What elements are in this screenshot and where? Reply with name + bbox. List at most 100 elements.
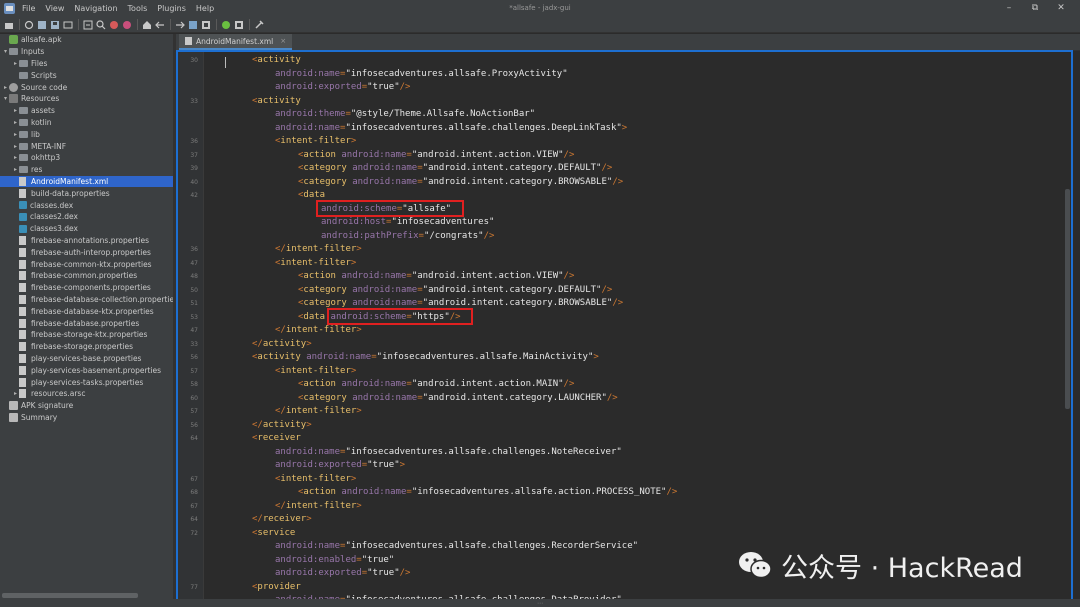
tree-item[interactable]: classes.dex — [0, 199, 173, 211]
save-all-icon[interactable] — [49, 19, 61, 31]
back-icon[interactable] — [154, 19, 166, 31]
tree-item[interactable]: ▾ Inputs — [0, 46, 173, 58]
tree-item[interactable]: classes3.dex — [0, 223, 173, 235]
code-line[interactable]: <action android:name="infosecadventures.… — [178, 486, 1071, 500]
collapsed-arrow-icon[interactable]: ▸ — [12, 60, 19, 67]
expanded-arrow-icon[interactable]: ▾ — [2, 48, 9, 55]
collapsed-arrow-icon[interactable]: ▸ — [12, 143, 19, 150]
code-line[interactable]: </activity> — [178, 338, 1071, 352]
code-line[interactable]: <category android:name="android.intent.c… — [178, 176, 1071, 190]
code-line[interactable]: android:theme="@style/Theme.Allsafe.NoAc… — [178, 108, 1071, 122]
resize-grip-icon[interactable]: ⋯ — [537, 601, 543, 607]
code-line[interactable]: android:name="infosecadventures.allsafe.… — [178, 122, 1071, 136]
code-line[interactable]: <data android:scheme="https"/> — [178, 311, 1071, 325]
tree-item[interactable]: firebase-components.properties — [0, 282, 173, 294]
tree-item[interactable]: AndroidManifest.xml — [0, 175, 173, 188]
code-line[interactable]: android:scheme="allsafe" — [178, 203, 1071, 217]
collapsed-arrow-icon[interactable]: ▸ — [12, 131, 19, 138]
code-line[interactable]: <data — [178, 189, 1071, 203]
collapsed-arrow-icon[interactable]: ▸ — [12, 390, 19, 397]
collapsed-arrow-icon[interactable]: ▸ — [12, 154, 19, 161]
tree-item[interactable]: firebase-annotations.properties — [0, 235, 173, 247]
code-line[interactable]: </intent-filter> — [178, 324, 1071, 338]
restore-button[interactable]: ⧉ — [1022, 0, 1048, 17]
collapsed-arrow-icon[interactable]: ▸ — [2, 84, 9, 91]
tree-item[interactable]: ▸ assets — [0, 105, 173, 117]
code-line[interactable]: <service — [178, 527, 1071, 541]
tree-horizontal-scrollbar[interactable] — [0, 592, 173, 599]
tree-item[interactable]: ▸ lib — [0, 128, 173, 140]
code-line[interactable]: <category android:name="android.intent.c… — [178, 297, 1071, 311]
tree-item[interactable]: play-services-base.properties — [0, 353, 173, 365]
preferences-icon[interactable] — [253, 19, 265, 31]
find-class-icon[interactable] — [108, 19, 120, 31]
collapsed-arrow-icon[interactable]: ▸ — [12, 119, 19, 126]
close-button[interactable]: ✕ — [1048, 0, 1074, 17]
tree-item[interactable]: classes2.dex — [0, 211, 173, 223]
editor-scroll-thumb[interactable] — [1065, 189, 1070, 409]
deobfuscate-icon[interactable] — [200, 19, 212, 31]
code-line[interactable]: <action android:name="android.intent.act… — [178, 270, 1071, 284]
code-line[interactable]: android:exported="true"> — [178, 459, 1071, 473]
code-line[interactable]: android:name="infosecadventures.allsafe.… — [178, 446, 1071, 460]
code-line[interactable]: </intent-filter> — [178, 405, 1071, 419]
home-icon[interactable] — [141, 19, 153, 31]
tree-item[interactable]: play-services-tasks.properties — [0, 376, 173, 388]
tree-item[interactable]: firebase-common.properties — [0, 270, 173, 282]
tree-item[interactable]: APK signature — [0, 400, 173, 412]
code-line[interactable]: <activity — [178, 95, 1071, 109]
tree-item[interactable]: firebase-database.properties — [0, 317, 173, 329]
code-editor[interactable]: 30 33 36 37 39 40 42 36 47 48 50 51 53 47 33 56 57 58 60 57… — [176, 50, 1073, 601]
tab-close-icon[interactable]: × — [280, 37, 286, 45]
code-line[interactable]: </intent-filter> — [178, 243, 1071, 257]
tree-item[interactable]: ▸ okhttp3 — [0, 152, 173, 164]
tree-item[interactable]: Scripts — [0, 69, 173, 81]
stop-icon[interactable] — [233, 19, 245, 31]
code-line[interactable]: <category android:name="android.intent.c… — [178, 162, 1071, 176]
code-line[interactable]: android:pathPrefix="/congrats"/> — [178, 230, 1071, 244]
save-icon[interactable] — [36, 19, 48, 31]
code-line[interactable]: <intent-filter> — [178, 257, 1071, 271]
tree-scroll-thumb[interactable] — [2, 593, 138, 598]
code-line[interactable]: <intent-filter> — [178, 473, 1071, 487]
expanded-arrow-icon[interactable]: ▾ — [2, 95, 9, 102]
tree-item[interactable]: play-services-basement.properties — [0, 364, 173, 376]
open-file-icon[interactable] — [3, 19, 15, 31]
tree-item[interactable]: firebase-database-ktx.properties — [0, 305, 173, 317]
tree-item[interactable]: ▸ resources.arsc — [0, 388, 173, 400]
tree-item[interactable]: firebase-storage.properties — [0, 341, 173, 353]
tree-item[interactable]: firebase-auth-interop.properties — [0, 246, 173, 258]
tree-item[interactable]: ▸ kotlin — [0, 117, 173, 129]
structure-icon[interactable] — [187, 19, 199, 31]
android-icon[interactable] — [220, 19, 232, 31]
code-line[interactable]: <category android:name="android.intent.c… — [178, 392, 1071, 406]
code-line[interactable]: <intent-filter> — [178, 365, 1071, 379]
tree-item[interactable]: ▾ Resources — [0, 93, 173, 105]
editor-vertical-scrollbar[interactable] — [1064, 52, 1071, 599]
code-line[interactable]: <category android:name="android.intent.c… — [178, 284, 1071, 298]
tree-item[interactable]: firebase-storage-ktx.properties — [0, 329, 173, 341]
code-line[interactable]: android:name="infosecadventures.allsafe.… — [178, 68, 1071, 82]
code-line[interactable]: </receiver> — [178, 513, 1071, 527]
tree-item[interactable]: Summary — [0, 412, 173, 424]
code-line[interactable]: <activity android:name="infosecadventure… — [178, 351, 1071, 365]
tree-item[interactable]: ▸ META-INF — [0, 140, 173, 152]
forward-icon[interactable] — [174, 19, 186, 31]
tree-item[interactable]: allsafe.apk — [0, 34, 173, 46]
code-line[interactable]: android:exported="true"/> — [178, 81, 1071, 95]
code-line[interactable]: <receiver — [178, 432, 1071, 446]
flatten-icon[interactable] — [82, 19, 94, 31]
collapsed-arrow-icon[interactable]: ▸ — [12, 107, 19, 114]
tree-item[interactable]: firebase-database-collection.properties — [0, 294, 173, 306]
code-line[interactable]: <action android:name="android.intent.act… — [178, 149, 1071, 163]
collapsed-arrow-icon[interactable]: ▸ — [12, 166, 19, 173]
find-usage-icon[interactable] — [121, 19, 133, 31]
tree-item[interactable]: ▸ res — [0, 164, 173, 176]
search-icon[interactable] — [95, 19, 107, 31]
code-line[interactable]: </activity> — [178, 419, 1071, 433]
code-line[interactable]: <action android:name="android.intent.act… — [178, 378, 1071, 392]
code-line[interactable]: </intent-filter> — [178, 500, 1071, 514]
export-icon[interactable] — [62, 19, 74, 31]
tree-item[interactable]: ▸ Files — [0, 58, 173, 70]
code-line[interactable]: <activity — [178, 54, 1071, 68]
